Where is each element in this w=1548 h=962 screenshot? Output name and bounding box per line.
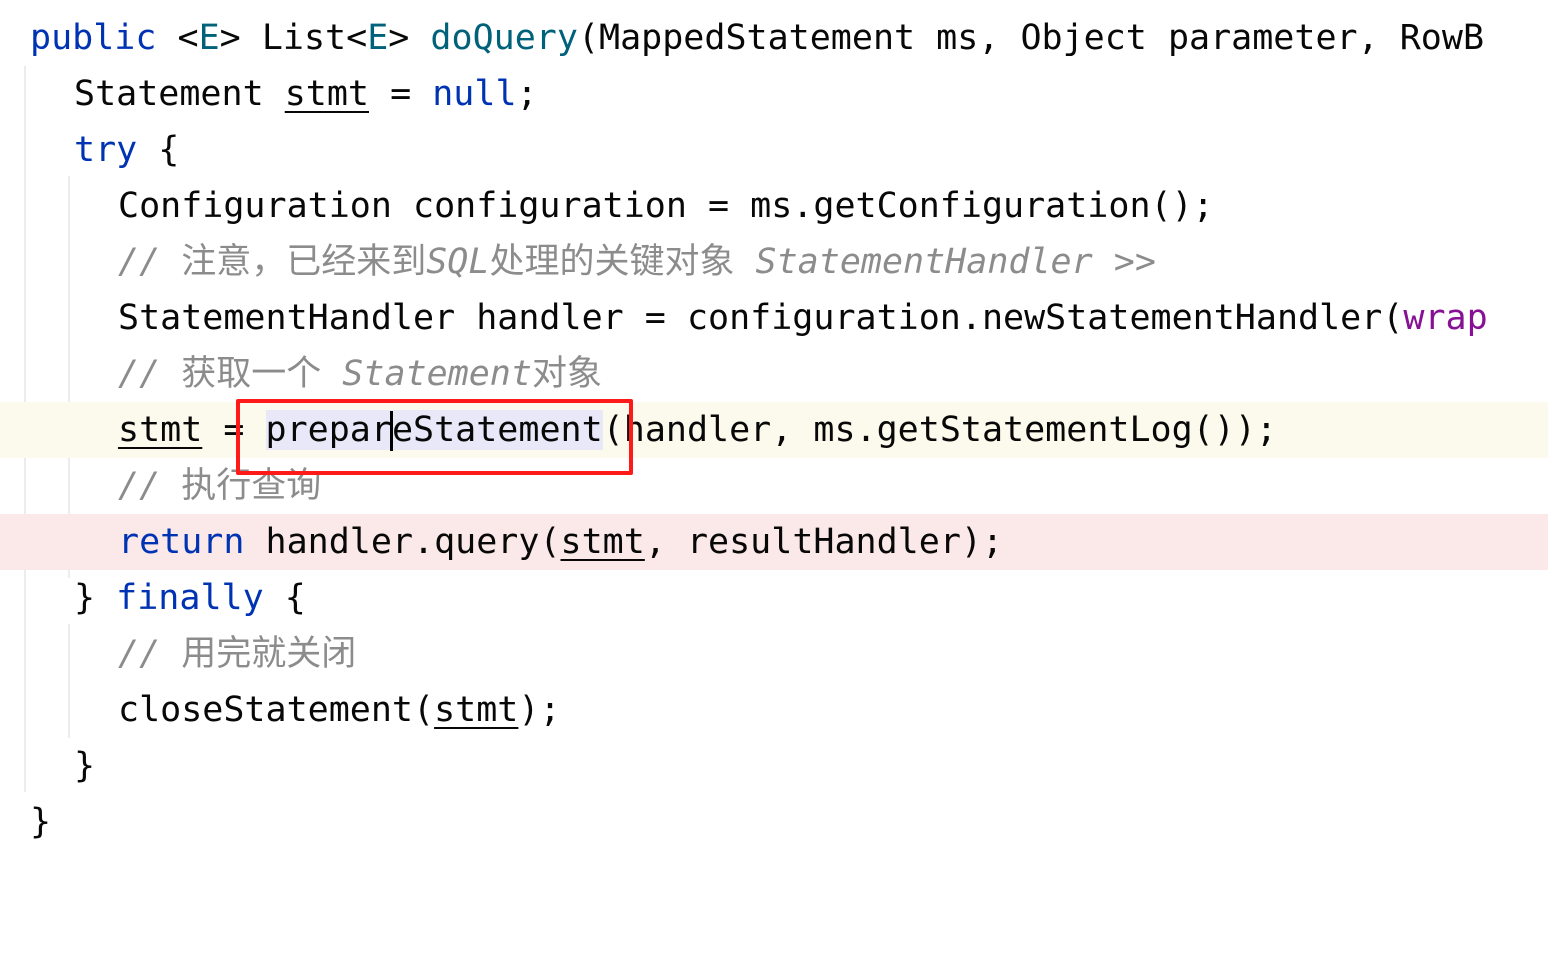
code-line-signature[interactable]: public <E> List<E> doQuery(MappedStateme… <box>0 10 1548 66</box>
code-text: return handler.query(stmt, resultHandler… <box>118 514 1003 570</box>
code-token: (MappedStatement ms, Object parameter, R… <box>577 18 1485 58</box>
comment-token: 处理的关键对象 <box>489 242 735 282</box>
keyword-try: try <box>74 130 138 170</box>
code-token: ; <box>516 74 538 114</box>
comment-token: 用完就关闭 <box>181 634 357 674</box>
code-token: > <box>388 18 431 58</box>
code-text: } <box>30 794 51 850</box>
comment-token: // <box>118 354 182 394</box>
code-text: stmt = prepareStatement(handler, ms.getS… <box>118 402 1277 458</box>
code-line-comment-close[interactable]: // 用完就关闭 <box>0 626 1548 682</box>
code-token: Statement <box>74 74 285 114</box>
comment-token: 获取一个 <box>181 354 322 394</box>
code-token: < <box>156 18 199 58</box>
code-token: = <box>202 410 266 450</box>
code-editor[interactable]: public <E> List<E> doQuery(MappedStateme… <box>0 0 1548 842</box>
code-token: = <box>369 74 433 114</box>
code-text: } <box>74 738 95 794</box>
method-name: doQuery <box>430 18 578 58</box>
variable-stmt: stmt <box>560 522 645 562</box>
comment-token: // <box>118 466 182 506</box>
code-line-prepare-statement[interactable]: stmt = prepareStatement(handler, ms.getS… <box>0 402 1548 458</box>
code-token: , resultHandler); <box>644 522 1004 562</box>
method-prepare-statement[interactable]: prepareStatement <box>265 410 603 451</box>
code-comment: // 获取一个 Statement对象 <box>118 346 602 402</box>
comment-token: Statement <box>321 354 532 394</box>
code-line-handler[interactable]: StatementHandler handler = configuration… <box>0 290 1548 346</box>
variable-stmt: stmt <box>434 690 519 730</box>
code-line-finally[interactable]: } finally { <box>0 570 1548 626</box>
code-token: StatementHandler handler = configuration… <box>118 298 1404 338</box>
code-token: } <box>74 578 117 618</box>
type-param: E <box>367 18 389 58</box>
field-wrapper: wrap <box>1403 298 1488 338</box>
code-token: { <box>263 578 306 618</box>
comment-token: 注意，已经来到 <box>181 242 427 282</box>
code-text: closeStatement(stmt); <box>118 682 561 738</box>
code-text: } finally { <box>74 570 306 626</box>
code-token: } <box>30 802 52 842</box>
code-line-stmt-decl[interactable]: Statement stmt = null; <box>0 66 1548 122</box>
code-line-close-statement[interactable]: closeStatement(stmt); <box>0 682 1548 738</box>
comment-token: SQL <box>426 242 490 282</box>
type-param: E <box>198 18 220 58</box>
code-comment: // 用完就关闭 <box>118 626 356 682</box>
code-line-close-brace-finally[interactable]: } <box>0 738 1548 794</box>
code-text: public <E> List<E> doQuery(MappedStateme… <box>30 10 1484 66</box>
code-line-comment-get-statement[interactable]: // 获取一个 Statement对象 <box>0 346 1548 402</box>
code-line-try[interactable]: try { <box>0 122 1548 178</box>
code-token: (handler, ms.getStatementLog()); <box>602 410 1277 450</box>
code-text: Statement stmt = null; <box>74 66 538 122</box>
code-token: eStatement <box>391 410 603 450</box>
code-token: } <box>74 746 96 786</box>
comment-token: StatementHandler >> <box>734 242 1156 282</box>
code-comment: // 注意，已经来到SQL处理的关键对象 StatementHandler >> <box>118 234 1156 290</box>
code-line-comment-statementhandler[interactable]: // 注意，已经来到SQL处理的关键对象 StatementHandler >> <box>0 234 1548 290</box>
keyword-null: null <box>432 74 517 114</box>
code-text: StatementHandler handler = configuration… <box>118 290 1488 346</box>
comment-token: // <box>118 242 182 282</box>
variable-stmt: stmt <box>118 410 203 450</box>
code-line-close-brace-method[interactable]: } <box>0 794 1548 850</box>
code-line-comment-execute-query[interactable]: // 执行查询 <box>0 458 1548 514</box>
keyword-finally: finally <box>116 578 264 618</box>
code-token: ); <box>518 690 561 730</box>
code-text: try { <box>74 122 179 178</box>
code-text: Configuration configuration = ms.getConf… <box>118 178 1214 234</box>
code-token: closeStatement( <box>118 690 435 730</box>
comment-token: 对象 <box>531 354 602 394</box>
keyword-public: public <box>30 18 157 58</box>
variable-stmt: stmt <box>284 74 370 114</box>
code-token: prepar <box>265 410 392 450</box>
comment-token: // <box>118 634 182 674</box>
code-token: Configuration configuration = ms.getConf… <box>118 186 1214 226</box>
comment-token: 执行查询 <box>181 466 322 506</box>
keyword-return: return <box>118 522 245 562</box>
code-token: > List< <box>219 18 368 58</box>
code-token: handler.query( <box>244 522 561 562</box>
code-comment: // 执行查询 <box>118 458 321 514</box>
code-token: { <box>137 130 180 170</box>
code-line-configuration[interactable]: Configuration configuration = ms.getConf… <box>0 178 1548 234</box>
code-line-return-query[interactable]: return handler.query(stmt, resultHandler… <box>0 514 1548 570</box>
